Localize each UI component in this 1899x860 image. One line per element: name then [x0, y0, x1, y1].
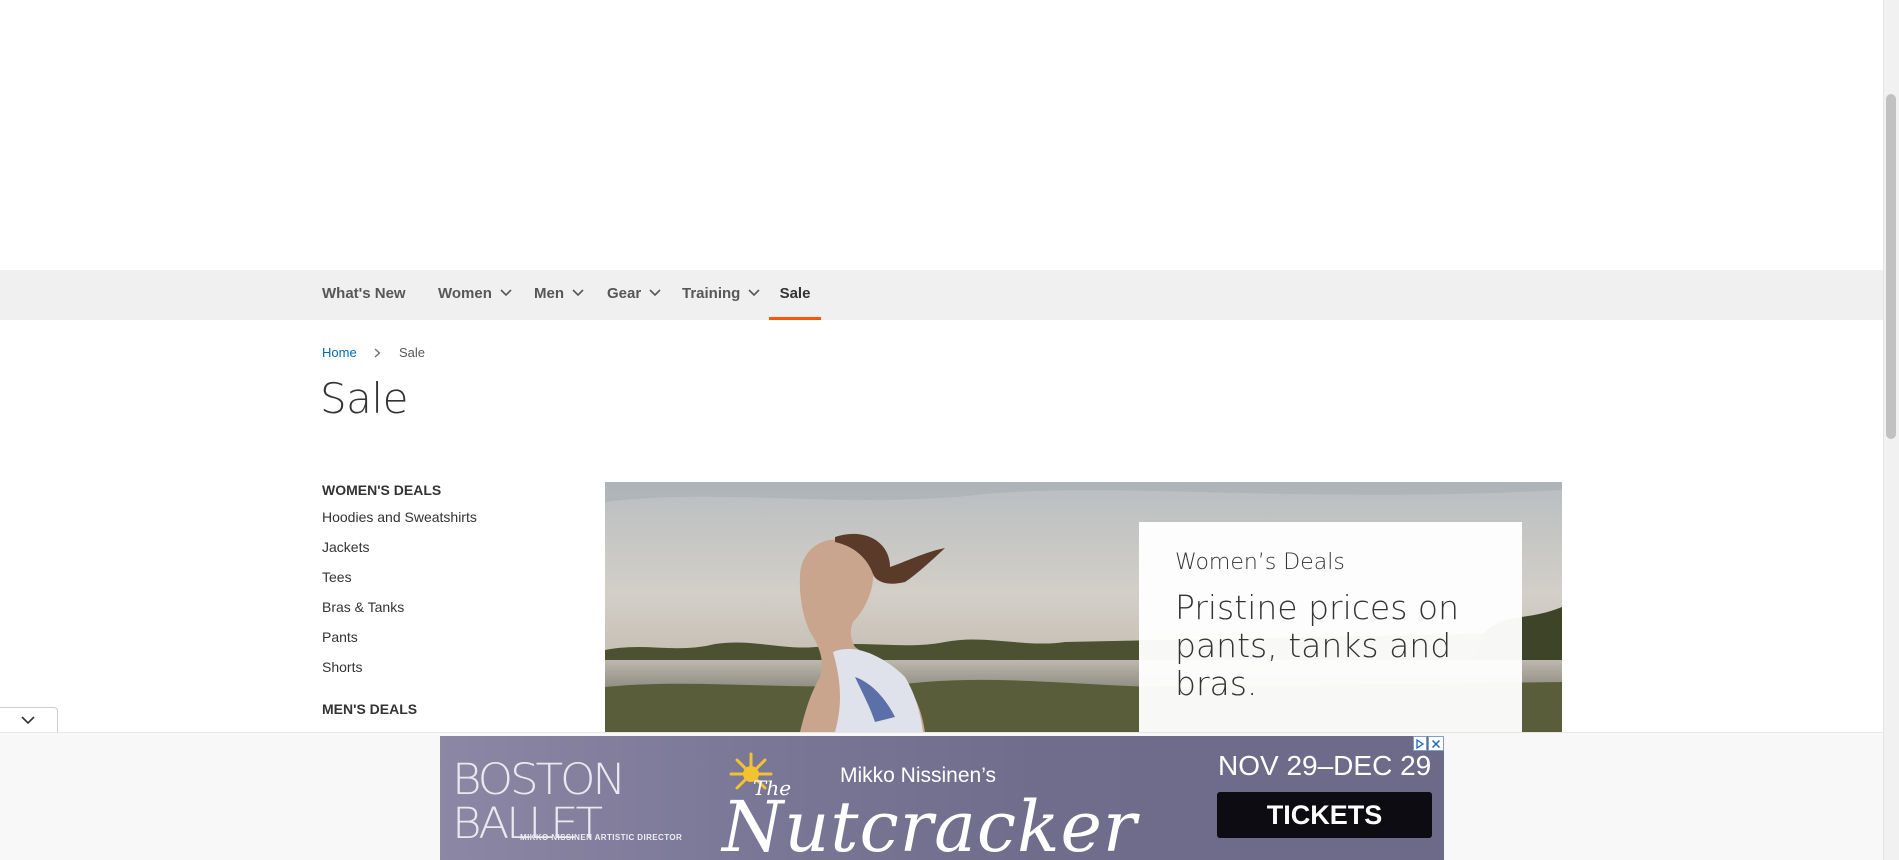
- chevron-down-icon: [748, 269, 760, 317]
- breadcrumb-current: Sale: [398, 345, 425, 360]
- womens-deals-list: Hoodies and Sweatshirts Jackets Tees Bra…: [322, 507, 572, 687]
- advertisement-banner[interactable]: BOSTON BALLET MIKKO NISSINEN ARTISTIC DI…: [440, 736, 1444, 860]
- main-navigation: What's New Women Men Gear Training Sale: [0, 270, 1883, 320]
- nav-item-men[interactable]: Men: [534, 270, 584, 320]
- sale-category-sidebar: WOMEN'S DEALS Hoodies and Sweatshirts Ja…: [322, 482, 572, 726]
- ad-director-text: MIKKO NISSINEN ARTISTIC DIRECTOR: [520, 833, 683, 842]
- breadcrumb: Home Sale: [322, 345, 425, 361]
- nav-item-label: Men: [534, 285, 564, 302]
- page-scrollbar[interactable]: [1883, 0, 1899, 860]
- ad-brand-line1: BOSTON: [452, 755, 626, 805]
- hero-text-card: Women’s Deals Pristine prices on pants, …: [1139, 522, 1522, 732]
- nav-item-label: Gear: [607, 285, 642, 302]
- chevron-down-icon: [572, 269, 584, 317]
- breadcrumb-home-link[interactable]: Home: [322, 345, 357, 360]
- ad-tickets-button[interactable]: TICKETS: [1217, 792, 1432, 838]
- nav-item-label: Sale: [779, 285, 811, 302]
- nav-item-label: Women: [438, 285, 492, 302]
- sidebar-link-shorts[interactable]: Shorts: [322, 657, 572, 687]
- sidebar-link-pants[interactable]: Pants: [322, 627, 572, 657]
- nav-item-women[interactable]: Women: [438, 270, 512, 320]
- sidebar-link-hoodies[interactable]: Hoodies and Sweatshirts: [322, 507, 572, 537]
- sidebar-link-bras-tanks[interactable]: Bras & Tanks: [322, 597, 572, 627]
- ad-presenter-text: Mikko Nissinen’s: [840, 764, 996, 787]
- nav-item-label: What's New: [322, 285, 406, 302]
- nav-item-sale[interactable]: Sale: [769, 270, 821, 320]
- sidebar-link-tees[interactable]: Tees: [322, 567, 572, 597]
- nav-item-whats-new[interactable]: What's New: [322, 270, 406, 320]
- hero-eyebrow: Women’s Deals: [1175, 550, 1345, 575]
- ad-dates-text: NOV 29–DEC 29: [1218, 750, 1432, 781]
- mens-deals-heading: MEN'S DEALS: [322, 701, 418, 717]
- chevron-down-icon: [20, 712, 35, 730]
- nav-item-label: Training: [682, 285, 741, 302]
- nav-item-gear[interactable]: Gear: [607, 270, 661, 320]
- close-icon[interactable]: [1428, 736, 1444, 751]
- chevron-down-icon: [649, 269, 661, 317]
- collapse-ad-button[interactable]: [0, 707, 58, 733]
- hero-headline: Pristine prices on pants, tanks and bras…: [1175, 588, 1459, 703]
- sidebar-link-jackets[interactable]: Jackets: [322, 537, 572, 567]
- nav-item-training[interactable]: Training: [682, 270, 760, 320]
- header-blank-area: [0, 0, 1883, 270]
- ad-show-title: Nutcracker: [722, 786, 1138, 860]
- womens-deals-banner[interactable]: Women’s Deals Pristine prices on pants, …: [605, 482, 1562, 732]
- adchoices-icon[interactable]: [1413, 736, 1427, 751]
- scrollbar-thumb[interactable]: [1886, 94, 1896, 439]
- chevron-right-icon: [374, 346, 381, 361]
- chevron-down-icon: [500, 269, 512, 317]
- page-title: Sale: [320, 374, 408, 423]
- womens-deals-heading: WOMEN'S DEALS: [322, 482, 442, 498]
